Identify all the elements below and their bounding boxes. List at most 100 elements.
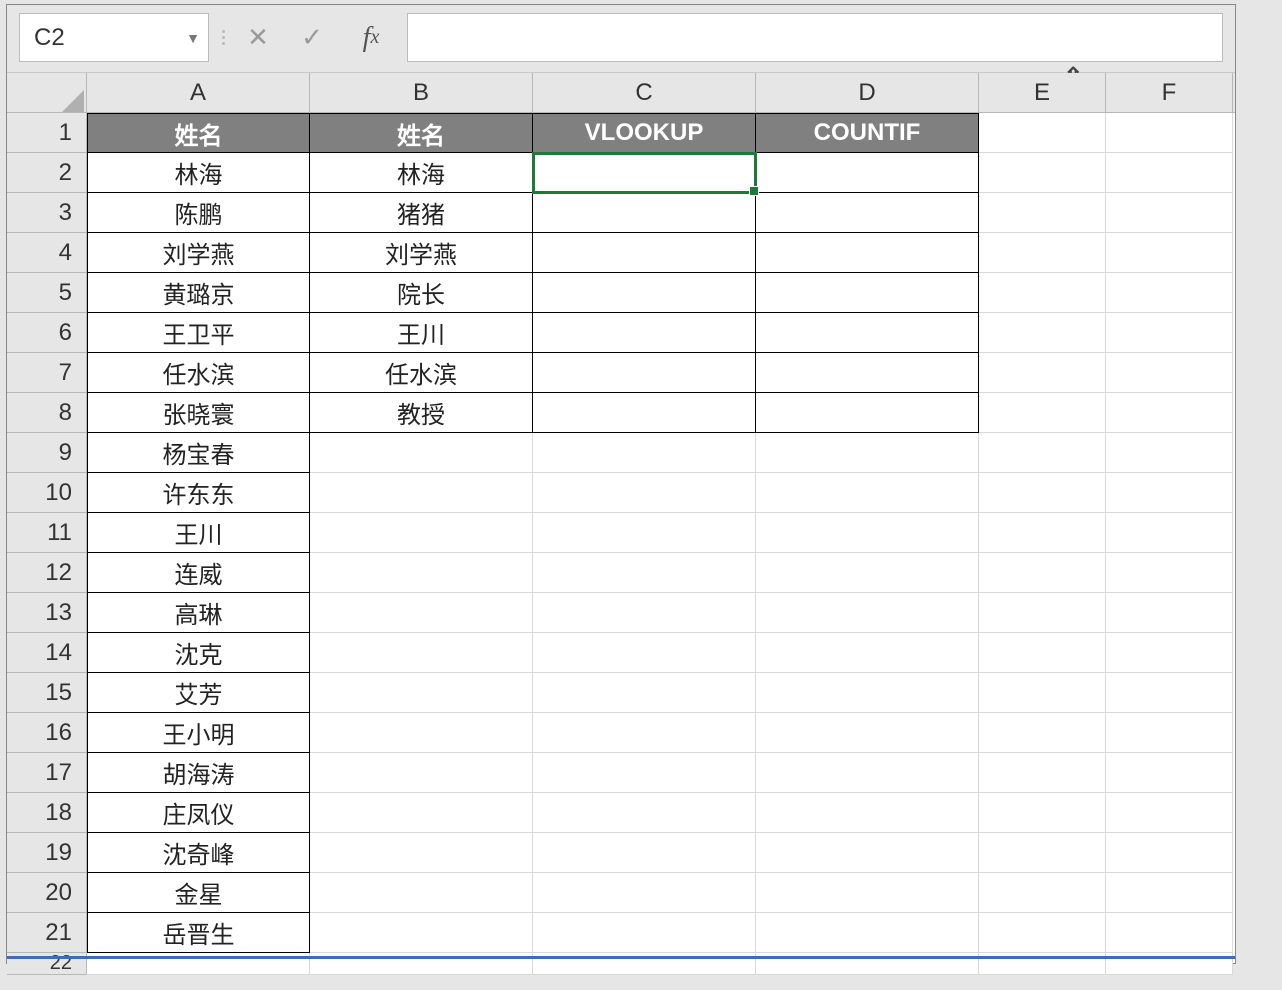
cell-B18[interactable] — [310, 793, 533, 833]
cell-C20[interactable] — [533, 873, 756, 913]
cell-D12[interactable] — [756, 553, 979, 593]
cell-E20[interactable] — [979, 873, 1106, 913]
row-header-6[interactable]: 6 — [7, 313, 86, 353]
row-header-11[interactable]: 11 — [7, 513, 86, 553]
cell-C3[interactable] — [533, 193, 756, 233]
cell-D21[interactable] — [756, 913, 979, 953]
cell-F6[interactable] — [1106, 313, 1233, 353]
cell-E21[interactable] — [979, 913, 1106, 953]
cell-C13[interactable] — [533, 593, 756, 633]
cell-B3[interactable]: 猪猪 — [310, 193, 533, 233]
cell-F9[interactable] — [1106, 433, 1233, 473]
row-header-4[interactable]: 4 — [7, 233, 86, 273]
cell-F18[interactable] — [1106, 793, 1233, 833]
cell-D20[interactable] — [756, 873, 979, 913]
cell-E7[interactable] — [979, 353, 1106, 393]
cell-D1[interactable]: COUNTIF — [756, 113, 979, 153]
cell-B7[interactable]: 任水滨 — [310, 353, 533, 393]
cell-C8[interactable] — [533, 393, 756, 433]
cell-F10[interactable] — [1106, 473, 1233, 513]
cell-D9[interactable] — [756, 433, 979, 473]
cell-D18[interactable] — [756, 793, 979, 833]
cell-E5[interactable] — [979, 273, 1106, 313]
cancel-icon[interactable]: ✕ — [243, 22, 273, 53]
cell-A21[interactable]: 岳晋生 — [87, 913, 310, 953]
cell-A13[interactable]: 高琳 — [87, 593, 310, 633]
cell-F13[interactable] — [1106, 593, 1233, 633]
cell-D4[interactable] — [756, 233, 979, 273]
row-header-2[interactable]: 2 — [7, 153, 86, 193]
cell-F2[interactable] — [1106, 153, 1233, 193]
cell-E6[interactable] — [979, 313, 1106, 353]
cell-C5[interactable] — [533, 273, 756, 313]
row-header-1[interactable]: 1 — [7, 113, 86, 153]
cell-A17[interactable]: 胡海涛 — [87, 753, 310, 793]
cell-A7[interactable]: 任水滨 — [87, 353, 310, 393]
cell-B21[interactable] — [310, 913, 533, 953]
cell-B16[interactable] — [310, 713, 533, 753]
cell-B5[interactable]: 院长 — [310, 273, 533, 313]
row-header-7[interactable]: 7 — [7, 353, 86, 393]
row-header-3[interactable]: 3 — [7, 193, 86, 233]
row-header-12[interactable]: 12 — [7, 553, 86, 593]
cell-A6[interactable]: 王卫平 — [87, 313, 310, 353]
cell-D3[interactable] — [756, 193, 979, 233]
cell-B15[interactable] — [310, 673, 533, 713]
cell-A11[interactable]: 王川 — [87, 513, 310, 553]
cell-E1[interactable] — [979, 113, 1106, 153]
cell-F16[interactable] — [1106, 713, 1233, 753]
cell-A8[interactable]: 张晓寰 — [87, 393, 310, 433]
cell-E12[interactable] — [979, 553, 1106, 593]
row-header-8[interactable]: 8 — [7, 393, 86, 433]
cell-B14[interactable] — [310, 633, 533, 673]
row-header-20[interactable]: 20 — [7, 873, 86, 913]
column-header-B[interactable]: B — [310, 73, 533, 112]
cell-F20[interactable] — [1106, 873, 1233, 913]
cell-F8[interactable] — [1106, 393, 1233, 433]
cell-A18[interactable]: 庄凤仪 — [87, 793, 310, 833]
cell-F11[interactable] — [1106, 513, 1233, 553]
cell-C15[interactable] — [533, 673, 756, 713]
cell-C4[interactable] — [533, 233, 756, 273]
cell-A1[interactable]: 姓名 — [87, 113, 310, 153]
cell-F14[interactable] — [1106, 633, 1233, 673]
cell-B17[interactable] — [310, 753, 533, 793]
cell-F17[interactable] — [1106, 753, 1233, 793]
cell-C2[interactable] — [533, 153, 756, 193]
cell-E19[interactable] — [979, 833, 1106, 873]
cell-D14[interactable] — [756, 633, 979, 673]
cell-D2[interactable] — [756, 153, 979, 193]
cell-F21[interactable] — [1106, 913, 1233, 953]
cell-E16[interactable] — [979, 713, 1106, 753]
row-header-13[interactable]: 13 — [7, 593, 86, 633]
cell-D13[interactable] — [756, 593, 979, 633]
cell-A5[interactable]: 黄璐京 — [87, 273, 310, 313]
cell-F15[interactable] — [1106, 673, 1233, 713]
cell-A12[interactable]: 连威 — [87, 553, 310, 593]
cell-B1[interactable]: 姓名 — [310, 113, 533, 153]
cell-D15[interactable] — [756, 673, 979, 713]
column-header-D[interactable]: D — [756, 73, 979, 112]
cell-E18[interactable] — [979, 793, 1106, 833]
cell-A20[interactable]: 金星 — [87, 873, 310, 913]
cell-E9[interactable] — [979, 433, 1106, 473]
cell-B12[interactable] — [310, 553, 533, 593]
cell-C18[interactable] — [533, 793, 756, 833]
column-header-E[interactable]: E — [979, 73, 1106, 112]
cell-B2[interactable]: 林海 — [310, 153, 533, 193]
cell-D16[interactable] — [756, 713, 979, 753]
cell-A10[interactable]: 许东东 — [87, 473, 310, 513]
cell-A19[interactable]: 沈奇峰 — [87, 833, 310, 873]
cell-A3[interactable]: 陈鹏 — [87, 193, 310, 233]
cell-D10[interactable] — [756, 473, 979, 513]
row-header-16[interactable]: 16 — [7, 713, 86, 753]
cell-E15[interactable] — [979, 673, 1106, 713]
column-header-F[interactable]: F — [1106, 73, 1233, 112]
cell-E11[interactable] — [979, 513, 1106, 553]
cell-F7[interactable] — [1106, 353, 1233, 393]
cell-F19[interactable] — [1106, 833, 1233, 873]
cell-C21[interactable] — [533, 913, 756, 953]
column-header-C[interactable]: C — [533, 73, 756, 112]
enter-icon[interactable]: ✓ — [297, 22, 327, 53]
cell-C1[interactable]: VLOOKUP — [533, 113, 756, 153]
